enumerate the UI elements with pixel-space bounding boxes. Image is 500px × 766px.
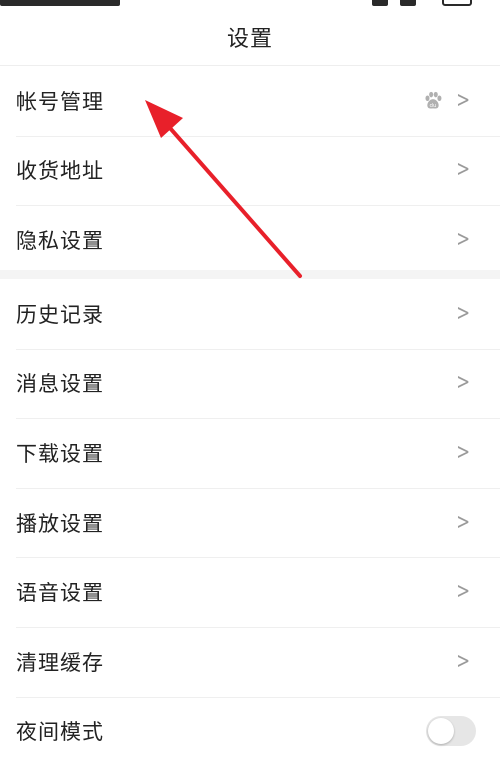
- row-label: 下载设置: [16, 441, 104, 466]
- chevron-right-icon: >: [455, 157, 470, 183]
- signal-icon: [372, 0, 388, 6]
- chevron-right-icon: >: [455, 509, 470, 535]
- row-night-mode: 夜间模式: [16, 696, 500, 766]
- row-voice-settings[interactable]: 语音设置 >: [16, 557, 500, 627]
- chevron-right-icon: >: [455, 439, 470, 465]
- night-mode-toggle[interactable]: [426, 716, 476, 747]
- row-playback-settings[interactable]: 播放设置 >: [16, 487, 500, 558]
- row-clear-cache[interactable]: 清理缓存 >: [16, 626, 500, 697]
- chevron-right-icon: >: [455, 226, 470, 252]
- row-message-settings[interactable]: 消息设置 >: [16, 348, 500, 419]
- settings-group-general: 历史记录 > 消息设置 > 下载设置 > 播放设置 > 语音设置 > 清理缓存 …: [0, 279, 500, 766]
- row-label: 帐号管理: [16, 89, 104, 114]
- row-account-management[interactable]: 帐号管理 du >: [16, 66, 500, 136]
- baidu-paw-icon: du: [425, 91, 441, 109]
- row-history[interactable]: 历史记录 >: [16, 279, 500, 349]
- svg-text:du: du: [429, 103, 436, 109]
- wifi-icon: [400, 0, 416, 6]
- chevron-right-icon: >: [455, 648, 470, 674]
- toggle-knob: [428, 718, 454, 745]
- row-label: 历史记录: [16, 302, 104, 327]
- chevron-right-icon: >: [455, 579, 470, 605]
- row-label: 消息设置: [16, 372, 104, 397]
- title-bar: 设置: [0, 8, 500, 66]
- row-label: 清理缓存: [16, 650, 104, 675]
- chevron-right-icon: >: [455, 87, 470, 113]
- settings-group-account: 帐号管理 du > 收货地址 > 隐私设置 >: [0, 66, 500, 275]
- status-bar: [0, 0, 500, 8]
- row-label: 夜间模式: [16, 720, 104, 745]
- battery-icon: [442, 0, 472, 6]
- row-privacy-settings[interactable]: 隐私设置 >: [16, 205, 500, 275]
- row-label: 播放设置: [16, 511, 104, 536]
- status-bar-left-icons: [0, 0, 120, 6]
- row-label: 隐私设置: [16, 228, 104, 253]
- chevron-right-icon: >: [455, 300, 470, 326]
- chevron-right-icon: >: [455, 370, 470, 396]
- section-divider: [0, 270, 500, 279]
- row-shipping-address[interactable]: 收货地址 >: [16, 135, 500, 206]
- page-title: 设置: [226, 26, 273, 52]
- row-label: 语音设置: [16, 581, 104, 606]
- row-download-settings[interactable]: 下载设置 >: [16, 418, 500, 488]
- row-label: 收货地址: [16, 159, 104, 184]
